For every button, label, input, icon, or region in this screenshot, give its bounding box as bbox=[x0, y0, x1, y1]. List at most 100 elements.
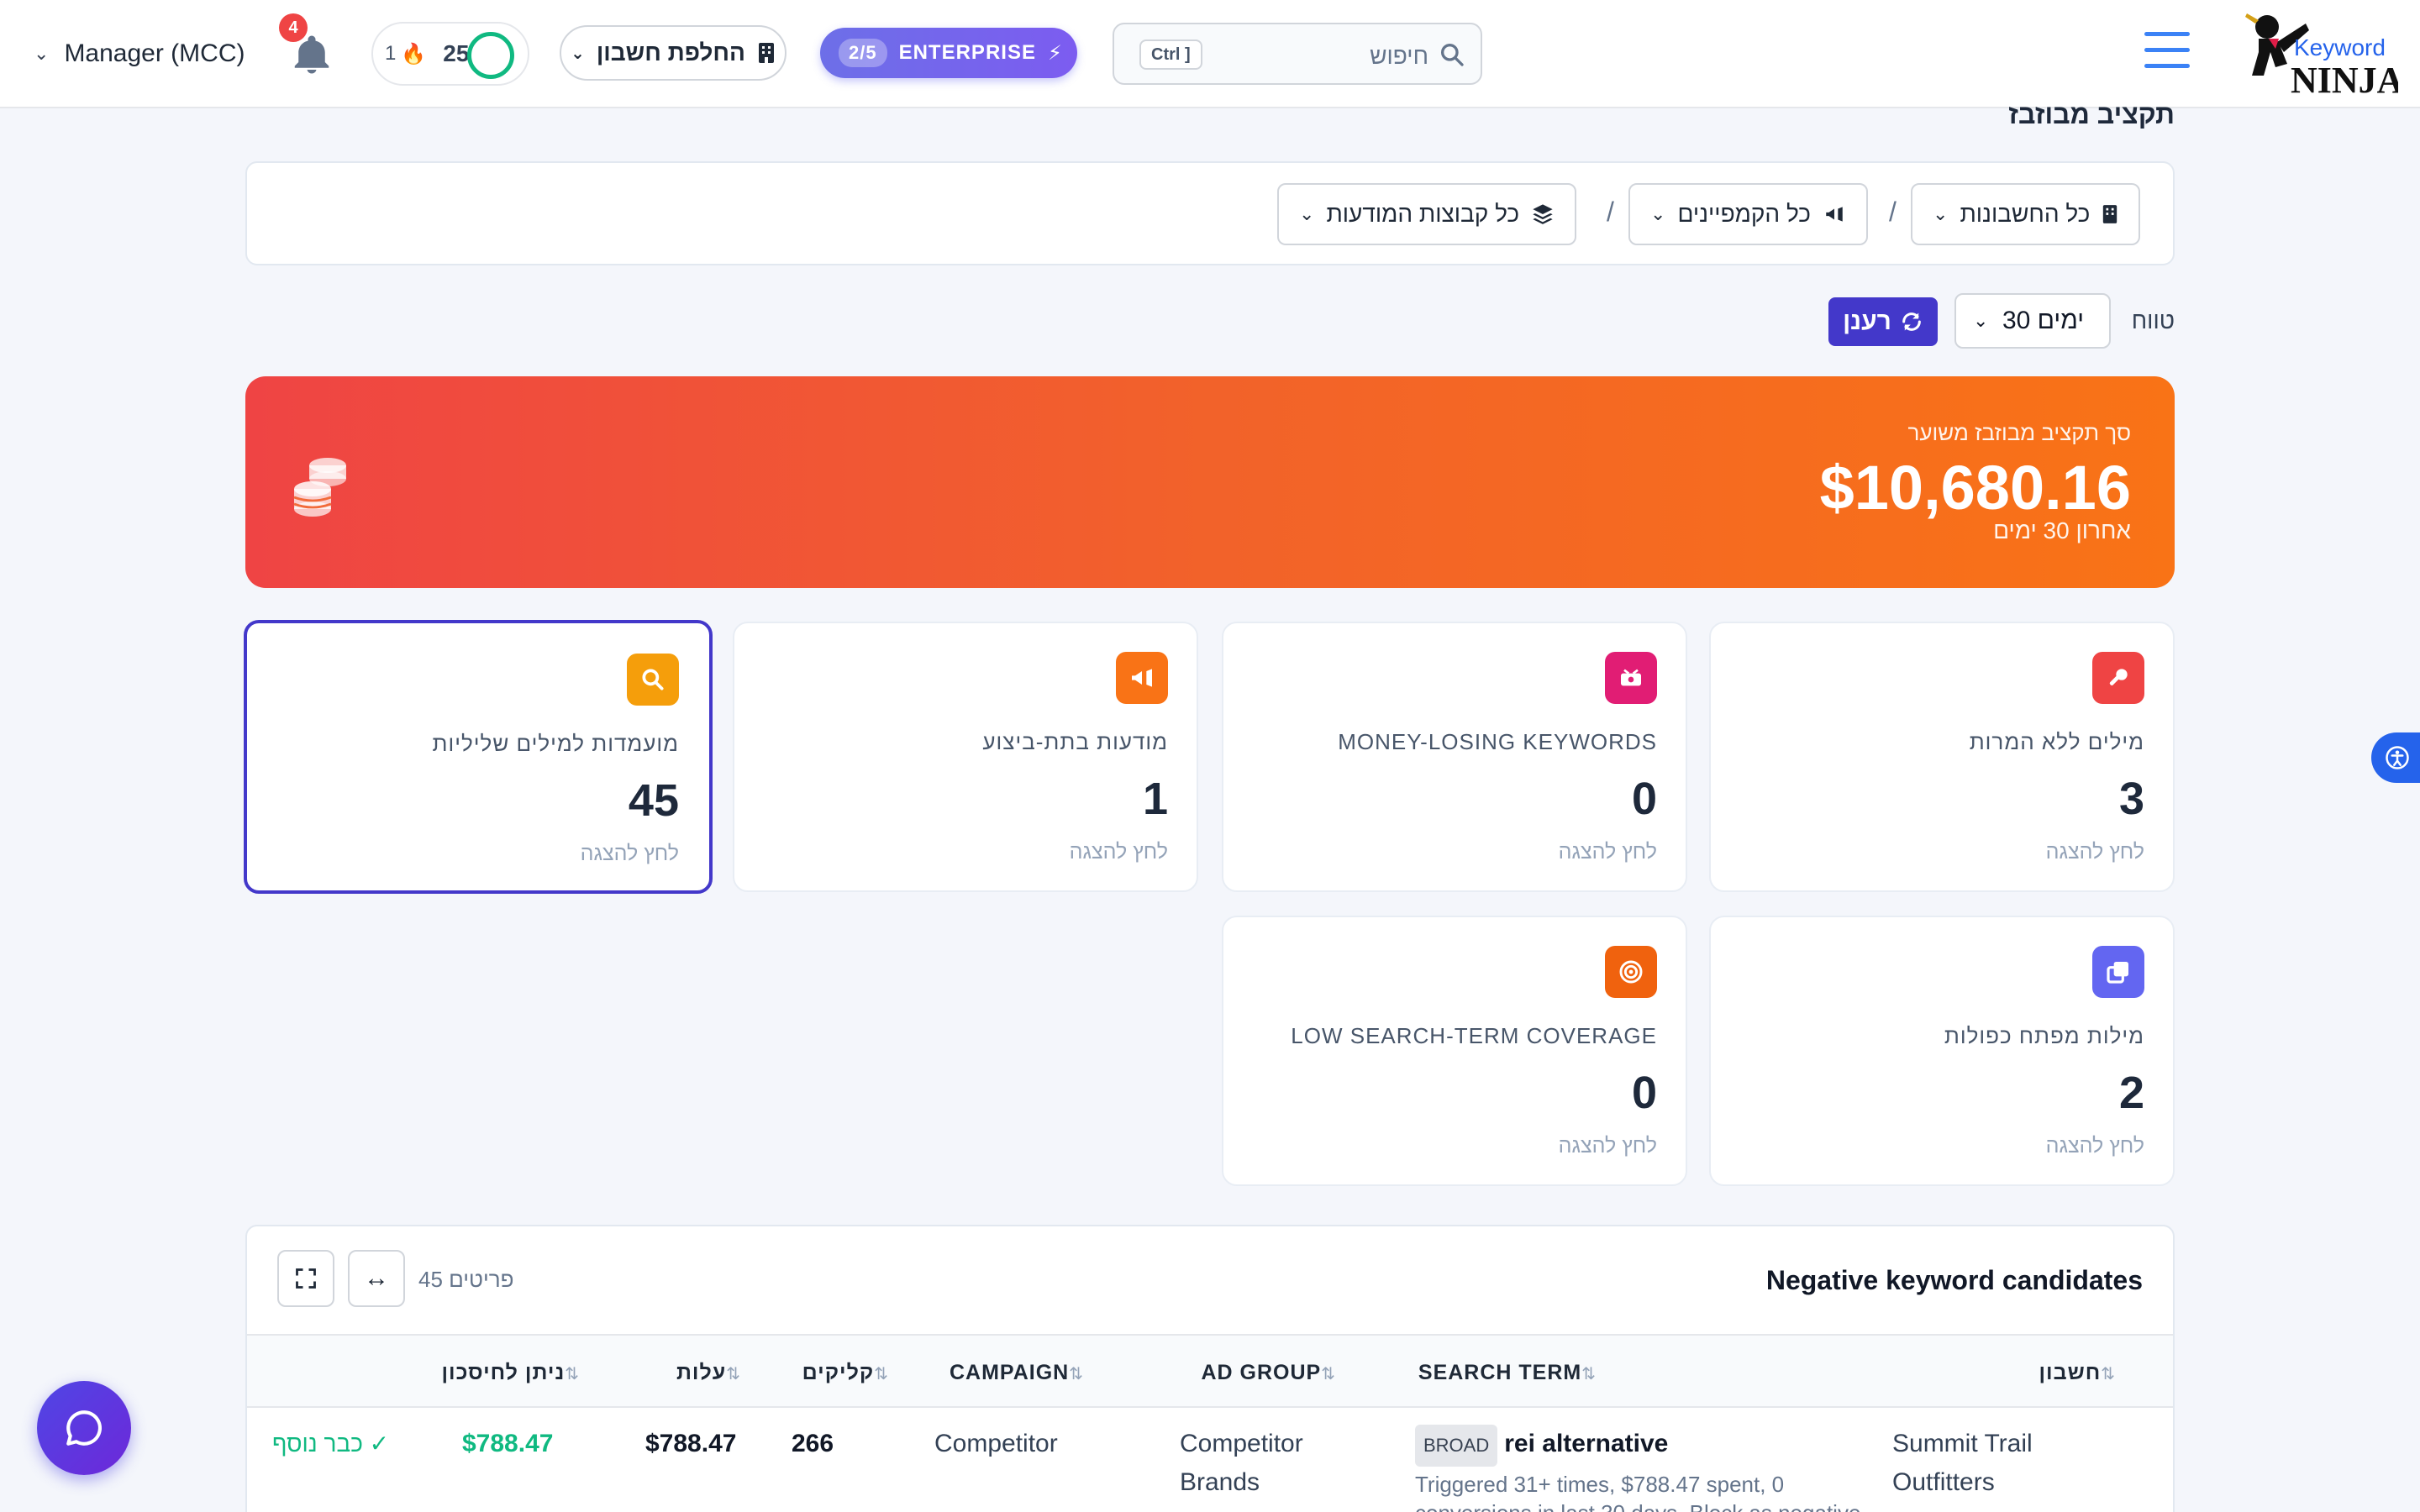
refresh-icon bbox=[1902, 312, 1921, 331]
arrows-horizontal-icon: ↔ bbox=[364, 1264, 389, 1292]
card-title: מילים ללא המרות bbox=[1969, 729, 2144, 754]
streak-days: 1 bbox=[385, 42, 397, 65]
cell-campaign: Competitor bbox=[934, 1430, 1058, 1457]
search-box[interactable]: Ctrl ] חיפוש bbox=[1113, 23, 1482, 85]
chat-bubble-icon bbox=[66, 1410, 102, 1446]
search-placeholder: חיפוש bbox=[1370, 43, 1428, 69]
logo-keyword-text: Keyword bbox=[2294, 34, 2386, 60]
banner-amount: $10,680.16 bbox=[1819, 453, 2131, 522]
search-shortcut: Ctrl ] bbox=[1139, 39, 1202, 70]
table-title: Negative keyword candidates bbox=[1765, 1265, 2143, 1295]
chevron-down-icon: ⌄ bbox=[1973, 310, 1989, 331]
card-value: 2 bbox=[2118, 1068, 2144, 1118]
account-switch-label: החלפת חשבון bbox=[596, 39, 745, 66]
negative-keyword-table: Negative keyword candidates 45 פריטים ↔ … bbox=[245, 1225, 2175, 1512]
col-header-ad-group[interactable]: AD GROUP⇅ bbox=[1202, 1361, 1337, 1385]
card-icon-box bbox=[1605, 652, 1657, 704]
cell-savings: $788.47 bbox=[462, 1430, 554, 1457]
expand-width-button[interactable]: ↔ bbox=[348, 1250, 405, 1307]
card-value: 0 bbox=[1631, 1068, 1657, 1118]
layers-icon bbox=[1533, 204, 1553, 224]
target-icon bbox=[1619, 960, 1643, 984]
card-money-losing-keywords[interactable]: MONEY-LOSING KEYWORDS 0 לחץ להצגה bbox=[1222, 622, 1687, 892]
chevron-down-icon: ⌄ bbox=[1933, 203, 1949, 224]
banner-period: אחרון 30 ימים bbox=[1993, 517, 2131, 543]
card-low-search-term-coverage[interactable]: LOW SEARCH-TERM COVERAGE 0 לחץ להצגה bbox=[1222, 916, 1687, 1186]
filter-ad-groups-label: כל קבוצות המודעות bbox=[1326, 201, 1520, 227]
card-title: LOW SEARCH-TERM COVERAGE bbox=[1291, 1023, 1657, 1048]
col-header-clicks[interactable]: קליקים⇅ bbox=[802, 1361, 889, 1385]
card-value: 0 bbox=[1631, 774, 1657, 824]
progress-ring bbox=[467, 32, 514, 79]
sort-icon: ⇅ bbox=[1321, 1365, 1336, 1383]
filter-campaigns[interactable]: ⌄ כל הקמפיינים bbox=[1628, 183, 1868, 245]
col-header-search-term[interactable]: SEARCH TERM⇅ bbox=[1418, 1361, 1597, 1385]
manager-account-dropdown[interactable]: ⌄ Manager (MCC) bbox=[34, 34, 245, 74]
card-value: 3 bbox=[2118, 774, 2144, 824]
filter-separator: / bbox=[1607, 197, 1614, 227]
range-select[interactable]: ⌄ 30 ימים bbox=[1954, 293, 2111, 349]
fullscreen-button[interactable] bbox=[277, 1250, 334, 1307]
building-icon bbox=[2103, 205, 2118, 223]
banner-label: סך תקציב מבוזבז משוער bbox=[1907, 420, 2131, 445]
page-title: תקציב מבוזבז bbox=[2008, 99, 2175, 129]
card-icon-box bbox=[2092, 946, 2144, 998]
plan-usage: 2/5 bbox=[839, 39, 887, 67]
card-hint: לחץ להצגה bbox=[1558, 840, 1657, 864]
sort-icon: ⇅ bbox=[565, 1365, 580, 1383]
plan-badge[interactable]: 2/5 ENTERPRISE ⚡ bbox=[820, 28, 1077, 78]
chevron-down-icon: ⌄ bbox=[34, 43, 50, 64]
check-icon: ✓ bbox=[369, 1431, 390, 1457]
table-header: חשבון⇅ SEARCH TERM⇅ AD GROUP⇅ CAMPAIGN⇅ … bbox=[247, 1334, 2173, 1408]
menu-toggle-button[interactable] bbox=[2144, 32, 2190, 74]
card-title: מודעות בתת-ביצוע bbox=[982, 729, 1168, 754]
accessibility-button[interactable] bbox=[2371, 732, 2420, 783]
sort-icon: ⇅ bbox=[2101, 1365, 2116, 1383]
sort-icon: ⇅ bbox=[1069, 1365, 1084, 1383]
chat-button[interactable] bbox=[37, 1381, 131, 1475]
sort-icon: ⇅ bbox=[874, 1365, 889, 1383]
col-header-account[interactable]: חשבון⇅ bbox=[2039, 1361, 2117, 1385]
card-underperforming-ads[interactable]: מודעות בתת-ביצוע 1 לחץ להצגה bbox=[733, 622, 1198, 892]
coins-icon bbox=[293, 458, 346, 517]
fire-icon: 🔥 bbox=[401, 42, 427, 66]
range-selected-value: 30 ימים bbox=[2002, 307, 2084, 334]
card-duplicate-keywords[interactable]: מילות מפתח כפולות 2 לחץ להצגה bbox=[1709, 916, 2175, 1186]
filter-accounts[interactable]: ⌄ כל החשבונות bbox=[1911, 183, 2141, 245]
streak-widget[interactable]: 1 🔥 25 bbox=[371, 22, 529, 86]
card-negative-keyword-candidates[interactable]: מועמדות למילים שליליות 45 לחץ להצגה bbox=[244, 620, 713, 894]
card-title: מועמדות למילים שליליות bbox=[432, 731, 679, 756]
card-hint: לחץ להצגה bbox=[2045, 1134, 2144, 1158]
chevron-down-icon: ⌄ bbox=[1650, 203, 1666, 224]
chevron-down-icon: ⌄ bbox=[1299, 203, 1315, 224]
filter-ad-groups[interactable]: ⌄ כל קבוצות המודעות bbox=[1277, 183, 1577, 245]
cell-status[interactable]: כבר נוסף ✓ bbox=[272, 1425, 389, 1463]
megaphone-icon bbox=[1132, 669, 1152, 687]
filter-campaigns-label: כל הקמפיינים bbox=[1677, 201, 1811, 227]
cell-clicks: 266 bbox=[792, 1430, 834, 1457]
streak-score: 25 bbox=[443, 40, 470, 66]
megaphone-icon bbox=[1826, 207, 1843, 222]
card-no-conversion-keywords[interactable]: מילים ללא המרות 3 לחץ להצגה bbox=[1709, 622, 2175, 892]
col-header-cost[interactable]: עלות⇅ bbox=[676, 1361, 741, 1385]
key-icon bbox=[2109, 669, 2128, 685]
hamburger-line bbox=[2144, 32, 2190, 36]
hamburger-line bbox=[2144, 48, 2190, 52]
col-header-campaign[interactable]: CAMPAIGN⇅ bbox=[950, 1361, 1084, 1385]
col-header-savings[interactable]: ניתן לחיסכון⇅ bbox=[442, 1361, 581, 1385]
card-hint: לחץ להצגה bbox=[1558, 1134, 1657, 1158]
card-title: מילות מפתח כפולות bbox=[1944, 1023, 2144, 1048]
card-title: MONEY-LOSING KEYWORDS bbox=[1338, 729, 1657, 754]
logo-ninja-text: NINJA bbox=[2291, 60, 2398, 101]
card-hint: לחץ להצגה bbox=[2045, 840, 2144, 864]
card-icon-box bbox=[1116, 652, 1168, 704]
hamburger-line bbox=[2144, 64, 2190, 68]
copy-icon bbox=[2107, 962, 2128, 984]
keyword-ninja-logo[interactable]: Keyword NINJA bbox=[2238, 5, 2398, 102]
refresh-button[interactable]: רענן bbox=[1828, 297, 1938, 346]
manager-label: Manager (MCC) bbox=[64, 39, 245, 67]
chevron-down-icon: ⌄ bbox=[571, 44, 585, 63]
fullscreen-icon bbox=[296, 1268, 316, 1289]
account-switch-button[interactable]: ⌄ החלפת חשבון bbox=[560, 25, 786, 81]
range-label: טווח bbox=[2131, 307, 2175, 333]
